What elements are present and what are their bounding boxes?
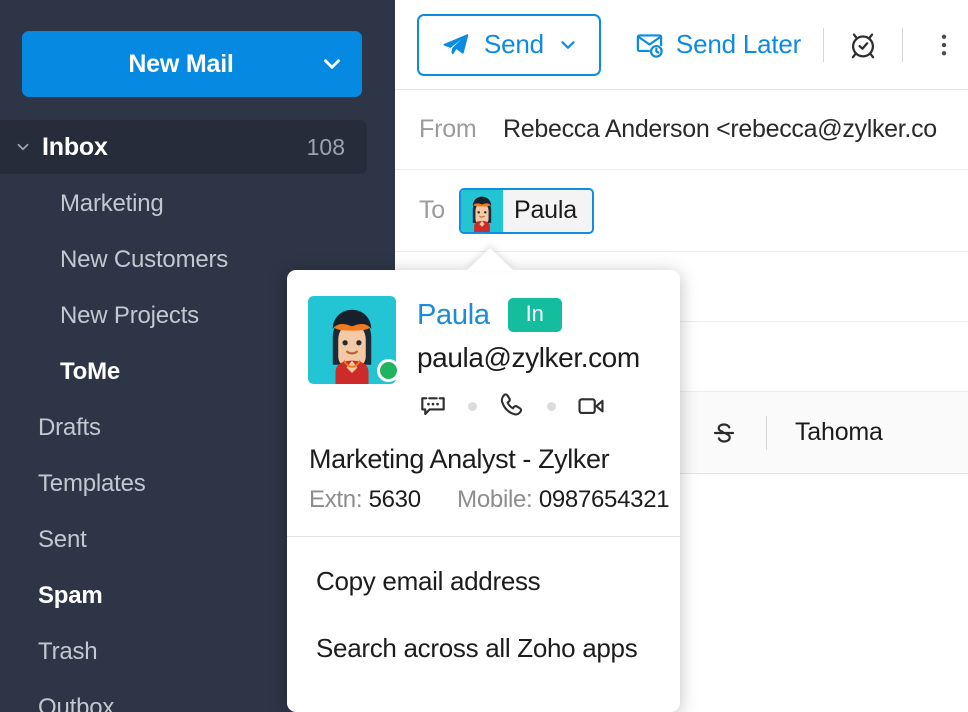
sidebar-item-label: Marketing [0,190,164,218]
recipient-chip-paula[interactable]: Paula [459,188,594,234]
sidebar-item-label: ToMe [0,358,120,386]
sidebar-item-label: Outbox [0,694,114,712]
inbox-label: Inbox [42,133,108,162]
status-badge: In [508,298,562,332]
contact-card-popup: Paula In paula@zylker.com [287,270,680,712]
font-family-selector[interactable]: Tahoma [795,418,883,447]
contact-actions [417,390,640,422]
avatar [308,296,396,384]
contact-name[interactable]: Paula [417,299,490,332]
toolbar-divider [902,28,903,62]
new-mail-button[interactable]: New Mail [22,31,362,97]
contact-email: paula@zylker.com [417,342,640,374]
new-mail-label: New Mail [22,50,302,79]
contact-card-info: Paula In paula@zylker.com [417,296,640,422]
paper-plane-icon [441,30,471,60]
chevron-down-icon[interactable] [4,138,42,156]
sidebar-item-label: Trash [0,638,97,666]
mobile-label: Mobile: [457,486,532,513]
contact-card-divider [287,536,680,537]
from-value: Rebecca Anderson <rebecca@zylker.co [503,115,937,144]
video-call-icon[interactable] [575,390,607,422]
kebab-menu-icon[interactable] [929,30,959,60]
send-label: Send [484,29,544,60]
toolbar-divider [823,28,824,62]
from-label: From [395,115,503,144]
copy-email-address-menu-item[interactable]: Copy email address [287,552,680,611]
contact-card-pointer [466,248,514,271]
sidebar-item-label: Spam [0,582,103,610]
chevron-down-icon[interactable] [557,34,579,56]
inbox-unread-count: 108 [307,134,345,161]
contact-meta: Extn: 5630 Mobile: 0987654321 [309,486,680,514]
compose-toolbar: Send Send Later [395,0,968,90]
sidebar-item-label: Sent [0,526,87,554]
sidebar-item-label: New Customers [0,246,228,274]
action-separator-dot [547,402,556,411]
sidebar-item-label: New Projects [0,302,199,330]
strikethrough-icon[interactable] [696,419,752,447]
extension-label: Extn: [309,486,362,513]
zoho-mail-compose-screen: New Mail Inbox 108 Marketing New Custome… [0,0,968,712]
from-field-row[interactable]: From Rebecca Anderson <rebecca@zylker.co [395,90,968,170]
contact-job-title: Marketing Analyst - Zylker [309,444,680,475]
send-later-button[interactable]: Send Later [634,29,801,60]
sidebar-item-label: Templates [0,470,146,498]
recipient-name: Paula [503,196,592,225]
menu-item-label: Search across all Zoho apps [316,633,637,664]
avatar [461,190,503,232]
mobile-value: 0987654321 [539,486,669,513]
chevron-down-icon[interactable] [302,51,362,77]
online-status-dot [377,359,400,382]
contact-card-details: Marketing Analyst - Zylker Extn: 5630 Mo… [287,422,680,514]
action-separator-dot [468,402,477,411]
sidebar-item-inbox[interactable]: Inbox 108 [0,120,367,174]
phone-icon[interactable] [496,390,528,422]
chat-icon[interactable] [417,390,449,422]
sidebar-item-label: Drafts [0,414,101,442]
search-zoho-apps-menu-item[interactable]: Search across all Zoho apps [287,619,680,678]
contact-card-header: Paula In paula@zylker.com [287,270,680,422]
menu-item-label: Copy email address [316,566,540,597]
extension-value: 5630 [369,486,421,513]
to-field-row[interactable]: To Paula [395,170,968,252]
alarm-clock-icon[interactable] [846,28,880,62]
envelope-clock-icon [634,29,665,60]
to-label: To [395,196,459,225]
sidebar-item-marketing[interactable]: Marketing [0,176,395,232]
contact-name-line: Paula In [417,298,640,332]
formatting-divider [766,416,767,450]
send-later-label: Send Later [676,29,801,60]
send-button[interactable]: Send [417,14,601,76]
